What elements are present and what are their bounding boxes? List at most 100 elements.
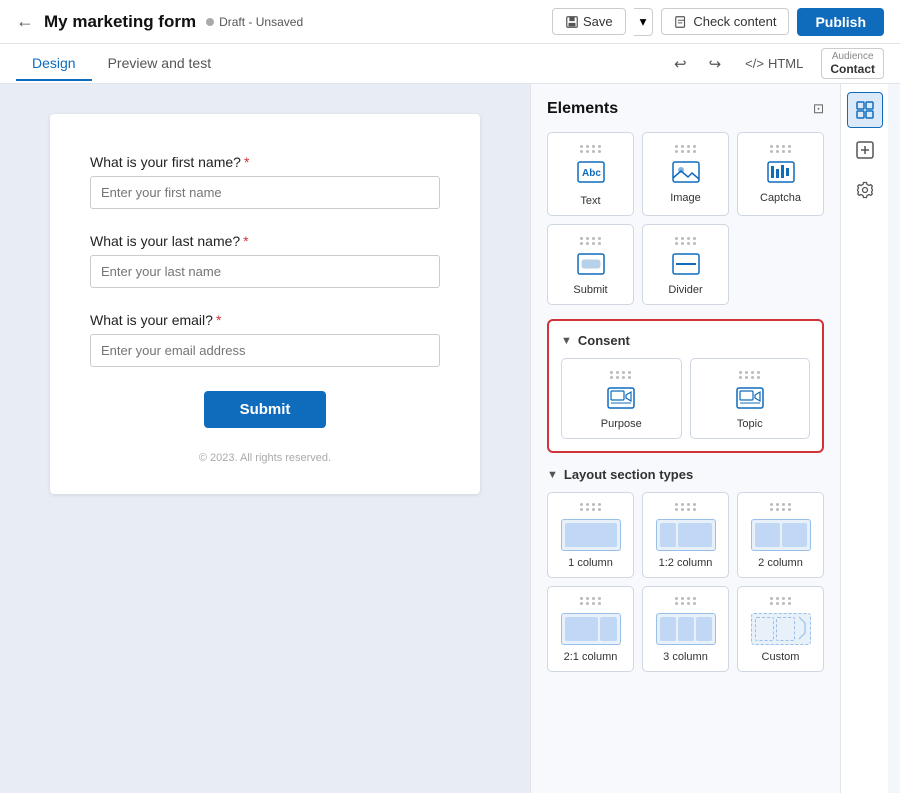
save-label: Save: [583, 14, 613, 29]
svg-text:Abc: Abc: [582, 168, 601, 179]
right-sidebar-elements-button[interactable]: [847, 92, 883, 128]
panel-collapse-button[interactable]: ⊡: [813, 101, 824, 117]
save-button[interactable]: Save: [552, 8, 626, 35]
field-input-firstname[interactable]: [90, 176, 440, 209]
required-star-lastname: *: [243, 233, 248, 249]
draft-dot-icon: [206, 18, 214, 26]
image-element-icon: [672, 161, 700, 186]
element-dots-submit: [580, 237, 602, 245]
purpose-element-label: Purpose: [601, 418, 642, 430]
element-dots-topic: [739, 371, 761, 379]
element-card-purpose[interactable]: Purpose: [561, 358, 682, 439]
tab-preview[interactable]: Preview and test: [92, 47, 228, 81]
field-group-email: What is your email?*: [90, 312, 440, 367]
tab-design[interactable]: Design: [16, 47, 92, 81]
consent-chevron-icon: ▼: [561, 335, 572, 347]
add-sidebar-icon: [855, 140, 875, 160]
element-dots-divider: [675, 237, 697, 245]
right-sidebar-settings-button[interactable]: [847, 172, 883, 208]
save-caret-button[interactable]: ▾: [634, 8, 654, 36]
draft-label: Draft - Unsaved: [219, 15, 303, 29]
publish-button[interactable]: Publish: [797, 8, 884, 36]
layout-preview-2col: [751, 519, 811, 551]
layout-dots-custom: [770, 597, 792, 605]
layout-preview-1-2col: [656, 519, 716, 551]
text-element-icon: Abc: [577, 161, 605, 189]
audience-label: Audience: [832, 51, 874, 62]
layout-dots-2-1col: [580, 597, 602, 605]
layout-grid: 1 column 1:2 column: [547, 492, 824, 672]
topic-element-label: Topic: [737, 418, 763, 430]
field-label-email: What is your email?*: [90, 312, 440, 328]
element-dots-image: [675, 145, 697, 153]
field-group-lastname: What is your last name?*: [90, 233, 440, 288]
html-label: HTML: [768, 56, 803, 71]
draft-badge: Draft - Unsaved: [206, 15, 303, 29]
layout-card-1col[interactable]: 1 column: [547, 492, 634, 578]
element-dots-captcha: [770, 145, 792, 153]
layout-preview-2-1col: [561, 613, 621, 645]
element-card-text[interactable]: Abc Text: [547, 132, 634, 216]
layout-preview-custom: [751, 613, 811, 645]
layout-card-2-1col[interactable]: 2:1 column: [547, 586, 634, 672]
element-card-captcha[interactable]: Captcha: [737, 132, 824, 216]
audience-button[interactable]: Audience Contact: [821, 48, 884, 79]
layout-label-2col: 2 column: [758, 557, 803, 569]
panel-title: Elements: [547, 100, 618, 118]
purpose-element-icon: [607, 387, 635, 412]
redo-button[interactable]: ↪: [703, 51, 728, 77]
right-sidebar-add-button[interactable]: [847, 132, 883, 168]
main-layout: What is your first name?* What is your l…: [0, 84, 900, 793]
submit-element-icon: [577, 253, 605, 278]
form-card: What is your first name?* What is your l…: [50, 114, 480, 494]
element-card-image[interactable]: Image: [642, 132, 729, 216]
image-element-label: Image: [670, 192, 701, 204]
html-icon: </>: [745, 56, 764, 71]
consent-section-title: Consent: [578, 333, 630, 348]
nav-tabs-right: ↩ ↪ </> HTML Audience Contact: [668, 48, 884, 79]
layout-dots-1-2col: [675, 503, 697, 511]
layout-dots-2col: [770, 503, 792, 511]
layout-preview-3col: [656, 613, 716, 645]
undo-button[interactable]: ↩: [668, 51, 693, 77]
element-card-divider[interactable]: Divider: [642, 224, 729, 305]
topic-element-icon: [736, 387, 764, 412]
layout-section-header[interactable]: ▼ Layout section types: [547, 467, 824, 482]
consent-section-header[interactable]: ▼ Consent: [561, 333, 810, 348]
submit-button[interactable]: Submit: [204, 391, 327, 428]
captcha-element-icon: [767, 161, 795, 186]
html-button[interactable]: </> HTML: [737, 52, 811, 75]
layout-card-3col[interactable]: 3 column: [642, 586, 729, 672]
layout-label-1col: 1 column: [568, 557, 613, 569]
field-input-email[interactable]: [90, 334, 440, 367]
layout-dots-3col: [675, 597, 697, 605]
field-input-lastname[interactable]: [90, 255, 440, 288]
element-card-submit[interactable]: Submit: [547, 224, 634, 305]
layout-card-2col[interactable]: 2 column: [737, 492, 824, 578]
layout-label-custom: Custom: [762, 651, 800, 663]
element-card-topic[interactable]: Topic: [690, 358, 811, 439]
divider-element-icon: [672, 253, 700, 278]
elements-panel: Elements ⊡ Abc Text: [530, 84, 840, 793]
canvas-area: What is your first name?* What is your l…: [0, 84, 530, 793]
back-icon: ←: [16, 11, 34, 32]
consent-section: ▼ Consent Purpose: [547, 319, 824, 453]
layout-card-1-2col[interactable]: 1:2 column: [642, 492, 729, 578]
required-star-firstname: *: [244, 154, 249, 170]
nav-tabs: Design Preview and test ↩ ↪ </> HTML Aud…: [0, 44, 900, 84]
check-content-label: Check content: [693, 14, 776, 29]
check-content-icon: [674, 15, 688, 29]
layout-label-1-2col: 1:2 column: [659, 557, 713, 569]
element-dots-purpose: [610, 371, 632, 379]
element-dots-text: [580, 145, 602, 153]
layout-dots-1col: [580, 503, 602, 511]
field-group-firstname: What is your first name?*: [90, 154, 440, 209]
back-button[interactable]: ←: [16, 11, 34, 32]
field-label-lastname: What is your last name?*: [90, 233, 440, 249]
panel-header: Elements ⊡: [547, 100, 824, 118]
layout-section-title: Layout section types: [564, 467, 693, 482]
layout-preview-1col: [561, 519, 621, 551]
check-content-button[interactable]: Check content: [661, 8, 789, 35]
form-title: My marketing form: [44, 12, 196, 32]
layout-card-custom[interactable]: Custom: [737, 586, 824, 672]
